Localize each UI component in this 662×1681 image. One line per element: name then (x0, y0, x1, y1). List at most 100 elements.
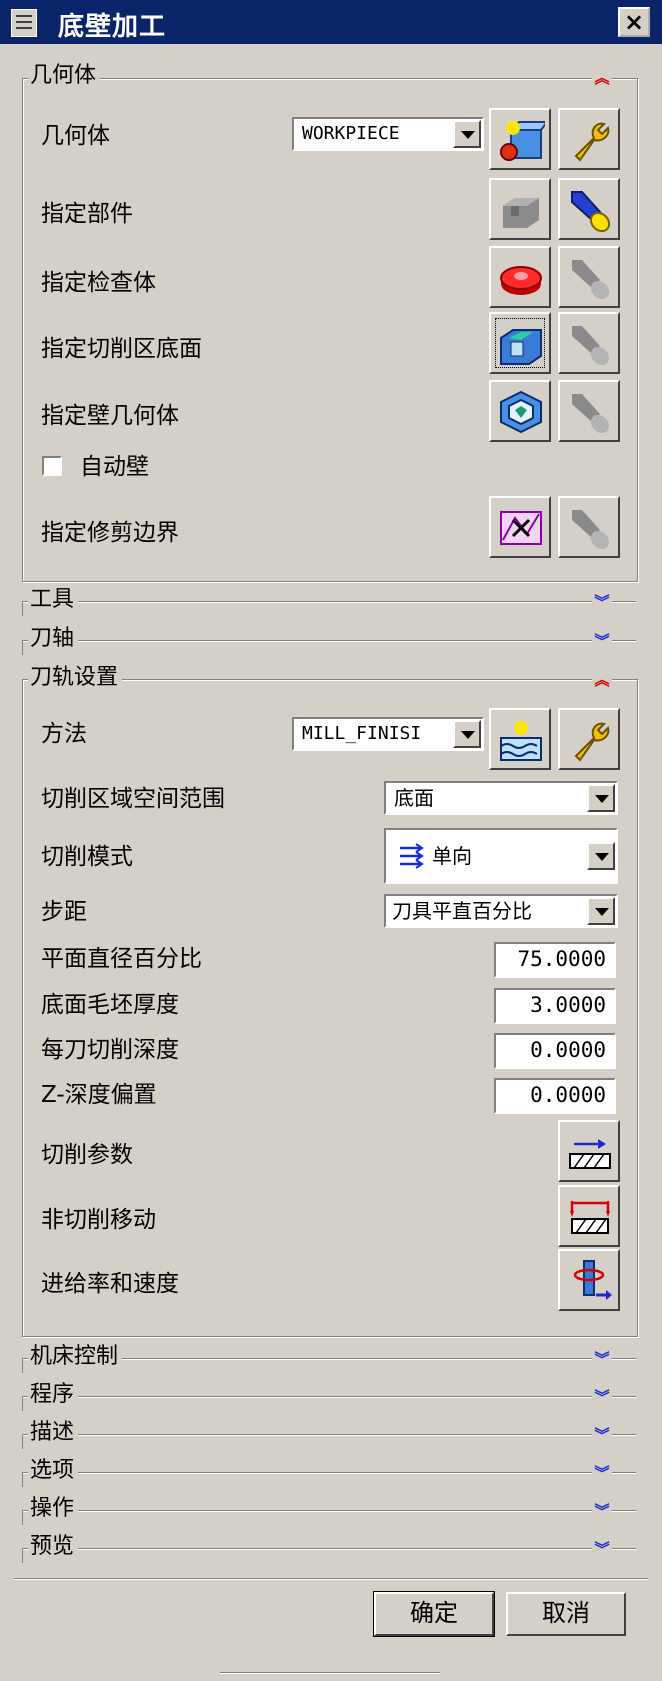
description-group-cap (22, 1434, 27, 1449)
specify-wall-label: 指定壁几何体 (41, 403, 179, 429)
geometry-label: 几何体 (41, 123, 110, 149)
plane-diameter-input[interactable]: 75.0000 (494, 942, 616, 978)
cut-region-label: 切削区域空间范围 (41, 786, 225, 812)
select-trim-button[interactable] (489, 496, 551, 558)
description-expand-chevron-icon[interactable]: ︾ (592, 1423, 612, 1447)
preview-expand-chevron-icon[interactable]: ︾ (592, 1537, 612, 1561)
geometry-collapse-chevron-icon[interactable]: ︽ (592, 66, 612, 90)
show-cut-floor-button[interactable] (558, 312, 620, 374)
flashlight-disabled-icon (572, 326, 610, 366)
program-group-line (22, 1396, 636, 1398)
select-part-button[interactable] (489, 178, 551, 240)
non-cut-label: 非切削移动 (41, 1207, 156, 1233)
axis-group-cap (22, 640, 27, 655)
edit-geometry-button[interactable] (558, 108, 620, 170)
specify-cut-floor-label: 指定切削区底面 (41, 336, 202, 362)
flashlight-icon (571, 191, 611, 233)
floor-stock-label: 底面毛坯厚度 (41, 992, 179, 1018)
show-trim-button[interactable] (558, 496, 620, 558)
geometry-group-title[interactable]: 几何体 (28, 63, 101, 89)
cut-region-select[interactable]: 底面 (384, 781, 618, 815)
tool-expand-chevron-icon[interactable]: ︾ (592, 590, 612, 614)
method-select[interactable]: MILL_FINISI (292, 717, 484, 751)
wall-geometry-icon (500, 390, 542, 434)
z-offset-label: Z-深度偏置 (41, 1082, 157, 1108)
specify-trim-label: 指定修剪边界 (41, 520, 179, 546)
auto-wall-label[interactable]: 自动壁 (80, 452, 149, 482)
path-collapse-chevron-icon[interactable]: ︽ (592, 668, 612, 692)
new-method-button[interactable] (489, 708, 551, 770)
wrench-icon (574, 122, 610, 162)
stepover-select[interactable]: 刀具平直百分比 (384, 894, 618, 928)
program-group-title[interactable]: 程序 (28, 1382, 79, 1408)
plane-diameter-label: 平面直径百分比 (41, 946, 202, 972)
tool-group-line (22, 601, 636, 603)
machine-group-title[interactable]: 机床控制 (28, 1344, 123, 1370)
axis-expand-chevron-icon[interactable]: ︾ (592, 629, 612, 653)
show-check-button[interactable] (558, 246, 620, 308)
machine-expand-chevron-icon[interactable]: ︾ (592, 1347, 612, 1371)
geometry-select-value: WORKPIECE (302, 123, 400, 144)
stepover-label: 步距 (41, 899, 87, 925)
actions-expand-chevron-icon[interactable]: ︾ (592, 1499, 612, 1523)
options-group-title[interactable]: 选项 (28, 1458, 79, 1484)
tool-group-cap (22, 601, 27, 616)
tool-group-title[interactable]: 工具 (28, 587, 79, 613)
select-check-button[interactable] (489, 246, 551, 308)
preview-group-cap (22, 1548, 27, 1563)
edit-method-button[interactable] (558, 708, 620, 770)
axis-group-title[interactable]: 刀轴 (28, 626, 79, 652)
method-select-value: MILL_FINISI (302, 723, 422, 744)
auto-wall-checkbox[interactable] (42, 456, 62, 476)
description-group-title[interactable]: 描述 (28, 1420, 79, 1446)
feeds-speeds-button[interactable] (558, 1249, 620, 1311)
feeds-label: 进给率和速度 (41, 1271, 179, 1297)
machine-group-cap (22, 1358, 27, 1373)
actions-group-line (22, 1510, 636, 1512)
flashlight-disabled-icon (572, 394, 610, 434)
program-group-cap (22, 1396, 27, 1411)
select-wall-button[interactable] (489, 380, 551, 442)
cut-params-button[interactable] (558, 1120, 620, 1182)
cut-pattern-value: 单向 (432, 844, 472, 868)
cut-pattern-label: 切削模式 (41, 844, 133, 870)
window-title: 底壁加工 (58, 12, 167, 42)
options-group-line (22, 1472, 636, 1474)
stepover-value: 刀具平直百分比 (392, 899, 532, 923)
dropdown-arrow-icon[interactable] (587, 897, 615, 925)
depth-per-cut-input[interactable]: 0.0000 (494, 1033, 616, 1069)
select-cut-floor-button[interactable] (489, 312, 551, 374)
show-part-button[interactable] (558, 178, 620, 240)
options-expand-chevron-icon[interactable]: ︾ (592, 1461, 612, 1485)
feeds-speeds-icon (573, 1260, 612, 1300)
zig-pattern-icon (400, 843, 424, 869)
dropdown-arrow-icon[interactable] (453, 720, 481, 748)
z-offset-input[interactable]: 0.0000 (494, 1078, 616, 1114)
flashlight-disabled-icon (572, 510, 610, 550)
floor-stock-input[interactable]: 3.0000 (494, 988, 616, 1024)
new-geometry-button[interactable] (489, 108, 551, 170)
cancel-button[interactable]: 取消 (506, 1592, 626, 1636)
preview-group-title[interactable]: 预览 (28, 1534, 79, 1560)
resize-grip[interactable] (220, 1672, 440, 1674)
actions-group-title[interactable]: 操作 (28, 1496, 79, 1522)
close-button[interactable]: × (618, 7, 650, 37)
cut-parameters-icon (569, 1139, 611, 1169)
window-menu-icon[interactable] (11, 9, 37, 37)
program-expand-chevron-icon[interactable]: ︾ (592, 1385, 612, 1409)
cut-pattern-select[interactable]: 单向 (384, 828, 618, 884)
actions-group-cap (22, 1510, 27, 1525)
show-wall-button[interactable] (558, 380, 620, 442)
footer-separator (14, 1578, 648, 1580)
path-settings-title[interactable]: 刀轨设置 (28, 665, 123, 691)
non-cutting-moves-icon (570, 1201, 610, 1234)
dropdown-arrow-icon[interactable] (587, 842, 615, 870)
ok-button[interactable]: 确定 (373, 1591, 495, 1637)
non-cut-button[interactable] (558, 1185, 620, 1247)
dropdown-arrow-icon[interactable] (587, 784, 615, 812)
axis-group-line (22, 640, 636, 642)
options-group-cap (22, 1472, 27, 1487)
title-bar: 底壁加工 × (0, 0, 662, 44)
dropdown-arrow-icon[interactable] (453, 120, 481, 148)
geometry-select[interactable]: WORKPIECE (292, 117, 484, 151)
